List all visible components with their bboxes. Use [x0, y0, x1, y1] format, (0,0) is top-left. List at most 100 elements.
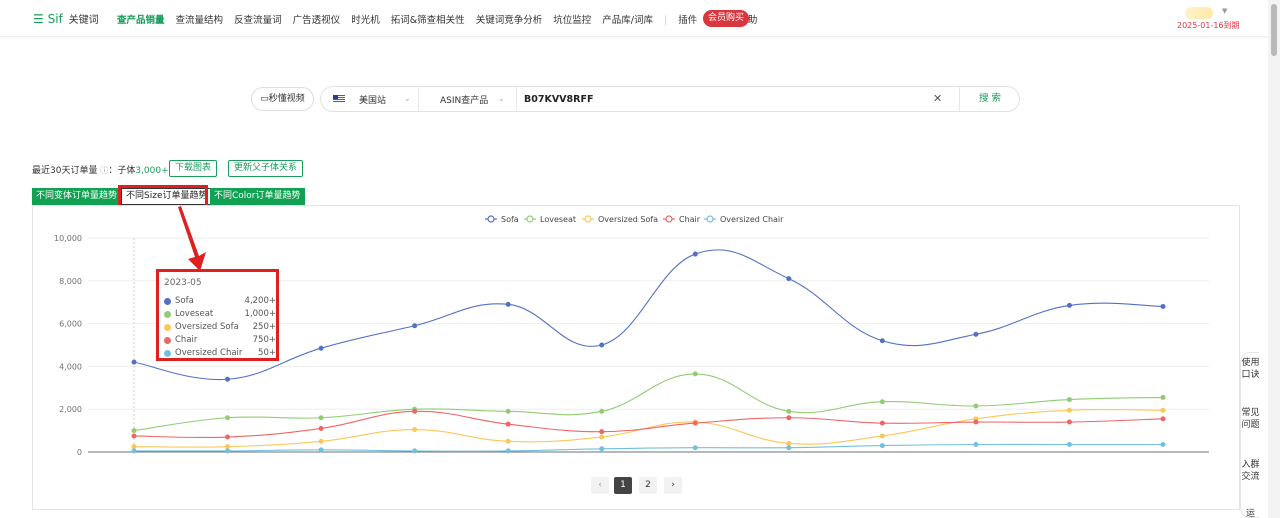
- data-point: [692, 420, 698, 426]
- pagination-page-1[interactable]: 1: [614, 477, 632, 494]
- legend-label: Chair: [679, 215, 701, 224]
- nav-item-slot-monitor[interactable]: 坑位监控: [553, 12, 591, 26]
- pagination-page-2[interactable]: 2: [639, 477, 657, 494]
- data-point: [786, 276, 792, 282]
- nav-item-traffic-structure[interactable]: 查流量结构: [176, 12, 224, 26]
- download-chart-button[interactable]: 下载图表: [169, 160, 218, 177]
- data-point: [599, 429, 605, 435]
- tooltip-series-name: Oversized Chair: [175, 348, 243, 358]
- chevron-down-icon[interactable]: ▼: [1222, 7, 1227, 15]
- y-tick-label: 8,000: [59, 277, 82, 286]
- site-select[interactable]: 美国站 ⌄: [321, 87, 419, 111]
- nav-item-product-library[interactable]: 产品库/词库: [602, 12, 653, 26]
- summary-child-count: 3,000+: [135, 166, 169, 176]
- data-point: [412, 427, 418, 433]
- data-point: [318, 415, 324, 421]
- nav-item-keyword-expand[interactable]: 拓词&筛查相关性: [391, 12, 465, 26]
- menu-icon[interactable]: ☰: [33, 12, 44, 26]
- series-dot: [164, 350, 171, 357]
- order-summary: 最近30天订单量 ⓘ：子体3,000+: [32, 163, 169, 176]
- tooltip-row: Oversized Sofa 250+: [164, 322, 276, 334]
- video-guide-button[interactable]: ▭秒懂视频: [251, 87, 314, 111]
- y-tick-label: 0: [77, 448, 82, 457]
- top-navbar: ☰ Sif 关键词 查产品销量 查流量结构 反查流量词 广告透视仪 时光机 拓词…: [0, 0, 1268, 37]
- close-icon[interactable]: ✕: [933, 92, 942, 105]
- data-point: [973, 442, 979, 448]
- tooltip-row: Loveseat 1,000+: [164, 309, 276, 321]
- scrollbar-thumb[interactable]: [1271, 4, 1277, 56]
- legend-label: Oversized Sofa: [598, 215, 658, 224]
- data-point: [1066, 419, 1072, 425]
- data-point: [225, 376, 231, 382]
- side-link-group[interactable]: 入群交流: [1241, 459, 1260, 483]
- data-point: [225, 434, 231, 440]
- data-point: [505, 438, 511, 444]
- data-point: [599, 408, 605, 414]
- nav-item-ad-insight[interactable]: 广告透视仪: [293, 12, 341, 26]
- data-point: [879, 399, 885, 405]
- tooltip-row: Sofa 4,200+: [164, 296, 276, 308]
- search-mode-select[interactable]: ASIN查产品 ⌄: [419, 87, 517, 111]
- data-point: [692, 371, 698, 377]
- brand-subtitle: 关键词: [68, 15, 99, 26]
- nav-item-plugin[interactable]: 插件: [678, 12, 697, 26]
- buy-membership-button[interactable]: 会员购买: [703, 10, 750, 27]
- data-point: [412, 448, 418, 454]
- data-point: [225, 448, 231, 454]
- tooltip-series-value: 50+: [258, 348, 276, 358]
- update-relation-button[interactable]: 更新父子体关系: [228, 160, 304, 177]
- y-tick-label: 10,000: [54, 234, 82, 243]
- logo[interactable]: ☰ Sif 关键词: [33, 11, 99, 26]
- legend-marker: [584, 215, 592, 223]
- chevron-down-icon: ⌄: [404, 94, 411, 103]
- data-point: [692, 251, 698, 257]
- tooltip-series-name: Sofa: [175, 296, 194, 306]
- avatar[interactable]: [1185, 7, 1213, 19]
- chevron-down-icon: ⌄: [498, 94, 505, 103]
- search-button[interactable]: 搜 索: [959, 87, 1020, 111]
- y-tick-label: 2,000: [59, 405, 82, 414]
- data-point: [1160, 303, 1166, 309]
- side-link-tips[interactable]: 使用口诀: [1241, 357, 1260, 381]
- data-point: [1066, 397, 1072, 403]
- pagination-prev-button[interactable]: ‹: [591, 477, 609, 494]
- search-input[interactable]: [519, 87, 929, 111]
- tooltip-series-name: Loveseat: [175, 309, 214, 319]
- data-point: [599, 434, 605, 440]
- data-point: [786, 440, 792, 446]
- data-point: [786, 408, 792, 414]
- nav-item-reverse-keywords[interactable]: 反查流量词: [234, 12, 282, 26]
- search-bar: 美国站 ⌄ ASIN查产品 ⌄ ✕ 搜 索: [320, 86, 1020, 112]
- data-point: [1160, 394, 1166, 400]
- series-dot: [164, 298, 171, 305]
- brand-name: Sif: [47, 12, 63, 26]
- data-point: [1066, 407, 1072, 413]
- nav-item-product-sales[interactable]: 查产品销量: [117, 12, 165, 26]
- tab-color-trend[interactable]: 不同Color订单量趋势: [210, 188, 305, 205]
- data-point: [973, 403, 979, 409]
- data-point: [225, 415, 231, 421]
- side-link-more[interactable]: 运: [1241, 508, 1260, 518]
- scrollbar[interactable]: [1268, 0, 1280, 518]
- pagination-next-button[interactable]: ›: [664, 477, 682, 494]
- chart-tooltip: 2023-05 Sofa 4,200+ Loveseat 1,000+ Over…: [156, 269, 279, 361]
- data-point: [1160, 416, 1166, 422]
- data-point: [412, 323, 418, 329]
- nav-divider: |: [664, 15, 668, 26]
- nav-item-keyword-competition[interactable]: 关键词竞争分析: [476, 12, 543, 26]
- main-nav: 查产品销量 查流量结构 反查流量词 广告透视仪 时光机 拓词&筛查相关性 关键词…: [117, 12, 765, 26]
- legend-marker: [526, 215, 534, 223]
- data-point: [879, 338, 885, 344]
- data-point: [505, 408, 511, 414]
- tab-variant-trend[interactable]: 不同变体订单量趋势: [32, 188, 122, 205]
- legend-label: Oversized Chair: [720, 215, 784, 224]
- tooltip-title: 2023-05: [164, 278, 202, 288]
- side-link-faq[interactable]: 常见问题: [1241, 407, 1260, 431]
- series-line: [133, 443, 1163, 452]
- data-point: [599, 446, 605, 452]
- data-point: [131, 359, 137, 365]
- data-point: [505, 421, 511, 427]
- data-point: [692, 445, 698, 451]
- nav-item-time-machine[interactable]: 时光机: [351, 12, 380, 26]
- legend-label: Sofa: [501, 215, 519, 224]
